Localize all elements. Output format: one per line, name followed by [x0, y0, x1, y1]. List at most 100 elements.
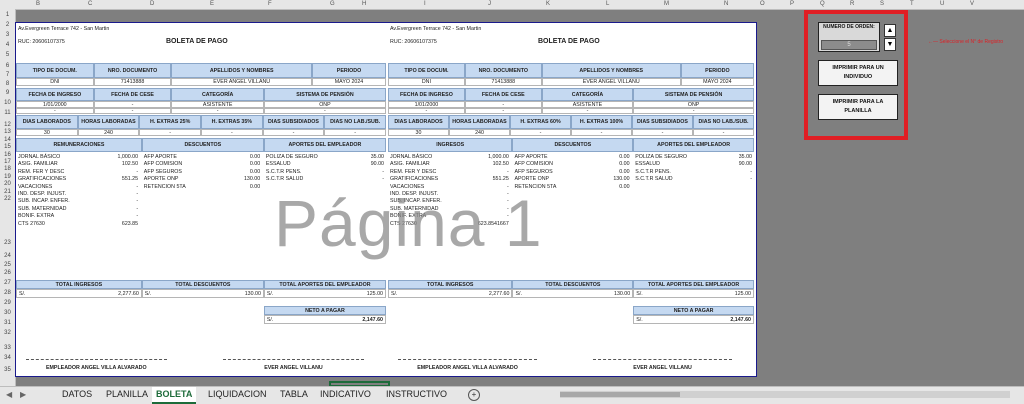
spin-down-button[interactable]: ▼	[884, 38, 896, 51]
value-cell: -	[464, 101, 542, 108]
discount-value: 0.00	[619, 168, 630, 175]
column-letter[interactable]: B	[36, 0, 40, 9]
column-letter[interactable]: E	[210, 0, 214, 9]
column-letter[interactable]: G	[330, 0, 335, 9]
tab-nav-left-icon[interactable]: ◀	[6, 387, 12, 402]
row-number[interactable]: 28	[0, 289, 15, 297]
column-letter[interactable]: V	[970, 0, 974, 9]
row-number[interactable]: 18	[0, 165, 15, 173]
signature-line	[26, 359, 167, 360]
row-number[interactable]: 13	[0, 128, 15, 136]
sheet-tab-liquidacion[interactable]: LIQUIDACION	[204, 387, 271, 402]
row-number[interactable]: 1	[0, 11, 15, 19]
row-number[interactable]: 26	[0, 269, 15, 277]
column-letter[interactable]: T	[910, 0, 914, 9]
header-cell: HORAS LABORADAS	[77, 115, 140, 129]
row-number[interactable]: 24	[0, 252, 15, 260]
row-number[interactable]: 9	[0, 89, 15, 97]
income-label: IND. DESP. INJUST.	[18, 191, 67, 197]
column-letter[interactable]: H	[362, 0, 366, 9]
income-value: 1,000.00	[117, 154, 139, 160]
horizontal-scrollbar[interactable]	[560, 391, 1010, 398]
value-cell: -	[93, 101, 172, 108]
total-header: TOTAL INGRESOS	[388, 280, 513, 289]
row-number[interactable]: 32	[0, 329, 15, 337]
sheet-tab-boleta[interactable]: BOLETA	[152, 387, 197, 404]
row-number[interactable]: 15	[0, 143, 15, 151]
employer-label: S.C.T.R PENS.	[265, 168, 302, 175]
row-number[interactable]: 20	[0, 180, 15, 188]
column-letter[interactable]: C	[88, 0, 92, 9]
sheet-tab-datos[interactable]: DATOS	[58, 387, 96, 402]
row-number[interactable]: 4	[0, 41, 15, 49]
row-number[interactable]: 6	[0, 62, 15, 70]
neto-value: 2,147.60	[362, 316, 383, 323]
row-number[interactable]: 3	[0, 31, 15, 39]
spin-up-button[interactable]: ▲	[884, 24, 896, 37]
employer-label: S.C.T.R SALUD	[265, 176, 304, 183]
row-number[interactable]: 22	[0, 195, 15, 203]
column-letter[interactable]: L	[606, 0, 609, 9]
row-number[interactable]: 11	[0, 109, 15, 117]
income-label: VACACIONES	[18, 183, 53, 190]
column-letter[interactable]: J	[488, 0, 491, 9]
sheet-tab-planilla[interactable]: PLANILLA	[102, 387, 152, 402]
column-letter[interactable]: F	[268, 0, 272, 9]
value-cell: -	[632, 129, 693, 136]
column-letter[interactable]: M	[664, 0, 669, 9]
row-number[interactable]: 35	[0, 366, 15, 374]
column-letter[interactable]: D	[150, 0, 154, 9]
income-label: CTS 27630	[18, 220, 45, 227]
column-letter[interactable]: K	[546, 0, 550, 9]
employer-value: -	[750, 176, 752, 183]
scrollbar-thumb[interactable]	[560, 392, 680, 397]
row-number[interactable]: 23	[0, 239, 15, 247]
currency-label: S/.	[19, 290, 26, 297]
discount-label: AFP SEGUROS	[143, 168, 182, 175]
column-letter[interactable]: P	[790, 0, 794, 9]
print-individual-button[interactable]: IMPRIMIR PARA UN INDIVIDUO	[818, 60, 898, 86]
order-number-box: NUMERO DE ORDEN: 5	[818, 22, 880, 52]
print-planilla-button[interactable]: IMPRIMIR PARA LA PLANILLA	[818, 94, 898, 120]
employer-value: -	[382, 168, 384, 175]
column-letter[interactable]: O	[760, 0, 765, 9]
value-cell: -	[201, 129, 263, 136]
income-value: -	[136, 168, 139, 175]
value-cell: -	[541, 108, 634, 114]
row-number[interactable]: 2	[0, 21, 15, 29]
discount-value: 0.00	[619, 183, 630, 190]
sheet-tab-instructivo[interactable]: INSTRUCTIVO	[382, 387, 451, 402]
row-number[interactable]: 7	[0, 71, 15, 79]
header-cell: PERIODO	[312, 63, 386, 78]
column-letter[interactable]: N	[724, 0, 728, 9]
header-cell: SISTEMA DE PENSIÓN	[263, 88, 386, 101]
row-number[interactable]: 34	[0, 354, 15, 362]
row-number[interactable]: 8	[0, 80, 15, 88]
column-letter[interactable]: I	[424, 0, 426, 9]
tab-nav-right-icon[interactable]: ▶	[20, 387, 26, 402]
select-register-note: ←— Seleccione el N° de Registro	[928, 39, 1004, 45]
row-number[interactable]: 31	[0, 319, 15, 327]
total-value: 2,277.60	[488, 290, 510, 297]
column-letter[interactable]: S	[880, 0, 884, 9]
discount-label: RETENCION 5TA	[143, 183, 186, 190]
add-sheet-button[interactable]: +	[468, 389, 480, 401]
row-number[interactable]: 25	[0, 261, 15, 269]
sheet-tab-tabla[interactable]: TABLA	[276, 387, 312, 402]
row-number[interactable]: 10	[0, 99, 15, 107]
row-number[interactable]: 30	[0, 309, 15, 317]
header-cell: NRO. DOCUMENTO	[464, 63, 542, 78]
row-number[interactable]: 27	[0, 279, 15, 287]
column-letter[interactable]: R	[850, 0, 854, 9]
column-letter[interactable]: Q	[820, 0, 825, 9]
row-number[interactable]: 33	[0, 344, 15, 352]
order-number-label: NUMERO DE ORDEN:	[823, 24, 875, 30]
signature-line	[223, 359, 364, 360]
row-number[interactable]: 29	[0, 299, 15, 307]
row-number[interactable]: 5	[0, 51, 15, 59]
column-letter[interactable]: U	[940, 0, 944, 9]
order-number-input[interactable]: 5	[821, 40, 877, 50]
sheet-tab-indicativo[interactable]: INDICATIVO	[316, 387, 375, 402]
header-cell: DIAS NO LAB./SUB.	[693, 115, 754, 129]
discount-value: 0.00	[619, 154, 630, 160]
